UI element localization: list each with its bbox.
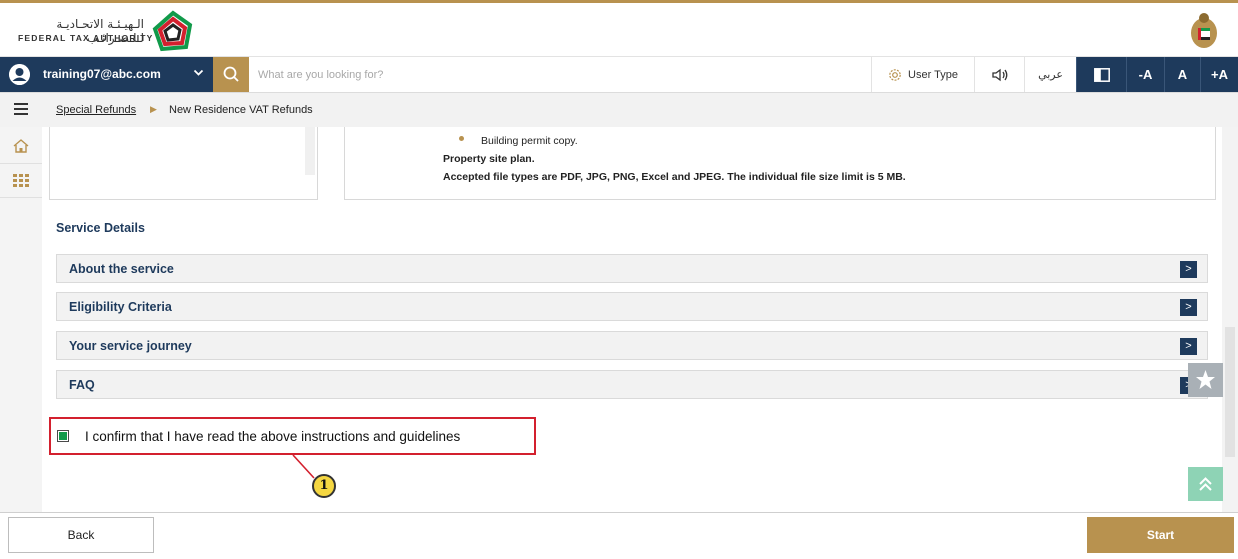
fta-logo-icon[interactable]: [150, 9, 196, 53]
required-documents-panel: Building permit copy. Property site plan…: [344, 127, 1216, 200]
apps-grid-icon: [13, 174, 29, 187]
text-to-speech-button[interactable]: [974, 57, 1024, 92]
breadcrumb-link-special-refunds[interactable]: Special Refunds: [56, 104, 136, 116]
contrast-toggle-button[interactable]: [1076, 57, 1126, 92]
star-icon: [1196, 370, 1215, 389]
sidebar-item-home[interactable]: [0, 129, 42, 164]
main-content: Building permit copy. Property site plan…: [42, 127, 1222, 512]
accordion-label: FAQ: [69, 378, 95, 392]
footer-actions: Back Start: [0, 512, 1238, 559]
user-avatar-icon: [9, 64, 30, 85]
user-email: training07@abc.com: [43, 67, 161, 81]
left-info-panel: [49, 127, 318, 200]
accordion-faq[interactable]: FAQ >: [56, 370, 1208, 399]
user-account-dropdown[interactable]: training07@abc.com: [0, 57, 213, 92]
gear-icon: [889, 68, 901, 81]
back-button[interactable]: Back: [8, 517, 154, 553]
favorite-button[interactable]: [1188, 363, 1223, 397]
uae-emblem-icon: [1191, 13, 1217, 48]
font-normal-button[interactable]: A: [1164, 57, 1200, 92]
font-decrease-button[interactable]: -A: [1126, 57, 1164, 92]
sidebar-item-apps[interactable]: [0, 163, 42, 198]
chevron-right-icon[interactable]: >: [1180, 338, 1197, 355]
font-increase-button[interactable]: +A: [1200, 57, 1238, 92]
user-type-button[interactable]: User Type: [871, 57, 974, 92]
search-input[interactable]: [256, 59, 860, 91]
breadcrumb-current: New Residence VAT Refunds: [169, 104, 313, 116]
home-icon: [13, 139, 29, 153]
accordion-service-journey[interactable]: Your service journey >: [56, 331, 1208, 360]
requirement-site-plan: Property site plan.: [443, 153, 535, 165]
left-sidebar: [0, 127, 42, 512]
panel-scrollbar[interactable]: [305, 127, 315, 175]
search-icon: [223, 66, 239, 82]
page-scrollbar[interactable]: [1222, 127, 1238, 512]
accordion-about-service[interactable]: About the service >: [56, 254, 1208, 283]
confirm-checkbox[interactable]: [57, 430, 69, 442]
breadcrumb-bar: Special Refunds ▶ New Residence VAT Refu…: [0, 93, 1238, 127]
language-toggle[interactable]: عربي: [1024, 57, 1076, 92]
accordion-label: Your service journey: [69, 339, 192, 353]
logo-text-english: FEDERAL TAX AUTHORITY: [18, 33, 154, 43]
speaker-icon: [991, 68, 1007, 81]
site-header: الـهيـئـة الاتحـاديـة لـلـضـرائـب FEDERA…: [0, 3, 1238, 57]
chevron-right-icon[interactable]: >: [1180, 299, 1197, 316]
requirement-bullet-text: Building permit copy.: [481, 135, 578, 147]
accordion-eligibility-criteria[interactable]: Eligibility Criteria >: [56, 292, 1208, 321]
contrast-icon: [1093, 67, 1110, 82]
top-toolbar: training07@abc.com User Type عربي -A A: [0, 57, 1238, 93]
confirm-instructions-highlight: I confirm that I have read the above ins…: [49, 417, 536, 455]
chevron-down-icon: [193, 69, 204, 76]
search-button[interactable]: [213, 57, 249, 92]
breadcrumb-separator-icon: ▶: [150, 104, 157, 114]
accordion-label: Eligibility Criteria: [69, 300, 172, 314]
requirement-file-types: Accepted file types are PDF, JPG, PNG, E…: [443, 171, 906, 183]
annotation-number-badge: 1: [312, 474, 336, 498]
accordion-label: About the service: [69, 262, 174, 276]
service-details-title: Service Details: [56, 221, 145, 235]
bullet-dot-icon: [459, 136, 464, 141]
hamburger-menu-icon[interactable]: [14, 103, 28, 115]
double-chevron-up-icon: [1199, 477, 1212, 491]
page-scrollbar-thumb[interactable]: [1225, 327, 1235, 457]
chevron-right-icon[interactable]: >: [1180, 261, 1197, 278]
start-button[interactable]: Start: [1087, 517, 1234, 553]
scroll-to-top-button[interactable]: [1188, 467, 1223, 501]
user-type-label: User Type: [908, 68, 958, 81]
confirm-checkbox-label[interactable]: I confirm that I have read the above ins…: [85, 429, 460, 444]
